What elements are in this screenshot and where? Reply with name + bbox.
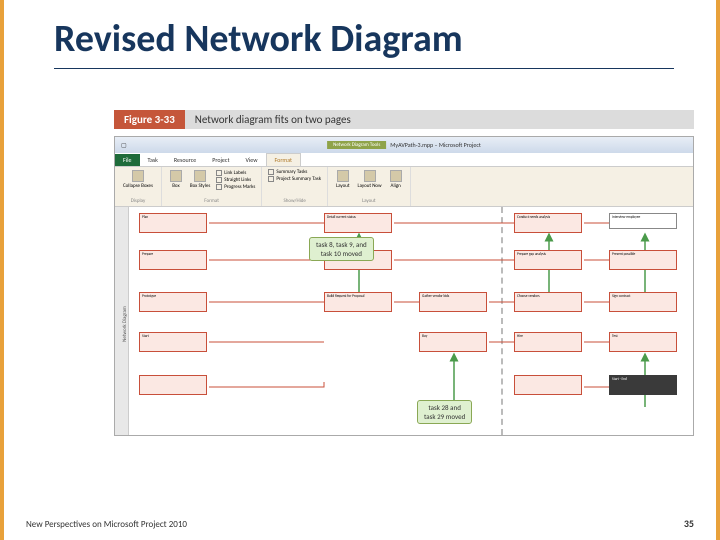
ribbon-group-display: Collapse Boxes Display [115,167,162,206]
align-button[interactable]: Align [388,169,404,190]
window-title: MyAVPath-3.mpp – Microsoft Project [390,141,481,149]
collapse-boxes-button[interactable]: Collapse Boxes [121,169,155,190]
ribbon-tabs: File Task Resource Project View Format [115,153,693,167]
tab-task[interactable]: Task [140,154,166,166]
tab-project[interactable]: Project [204,154,237,166]
contextual-tab-label: Network Diagram Tools [327,141,386,149]
figure-label: Figure 3-33 [114,110,185,129]
task-node[interactable]: Hire [514,332,582,352]
task-node[interactable]: Plan [139,213,207,233]
box-styles-button[interactable]: Box Styles [188,169,212,190]
task-node[interactable]: Interview employee [609,213,677,229]
task-node[interactable]: Prepare [139,250,207,270]
task-node[interactable]: Gather vendor bids [419,292,487,312]
straight-links-check[interactable]: Straight Links [216,177,255,183]
tab-file[interactable]: File [115,154,140,166]
layout-icon [337,170,349,182]
quick-access-icon: ▢ [121,141,127,149]
task-node[interactable] [139,375,207,395]
tab-resource[interactable]: Resource [166,154,204,166]
figure-container: Figure 3-33 Network diagram fits on two … [114,108,694,436]
layout-now-button[interactable]: Layout Now [356,169,384,190]
box-icon [170,170,182,182]
task-node-milestone[interactable]: Start - End [609,375,677,395]
box-button[interactable]: Box [168,169,184,190]
sidebar-label: Network Diagram [122,294,128,354]
task-node[interactable]: Choose vendors [514,292,582,312]
ribbon-group-layout: Layout Layout Now Align Layout [328,167,411,206]
task-node[interactable]: Detail current status [324,213,392,233]
layout-now-icon [364,170,376,182]
diagram-canvas[interactable]: Plan Detail current status Conduct needs… [129,207,693,435]
task-node[interactable]: Start [139,332,207,352]
task-node[interactable]: Conduct needs analysis [514,213,582,233]
window-titlebar: ▢ Network Diagram Tools MyAVPath-3.mpp –… [115,137,693,153]
app-window: ▢ Network Diagram Tools MyAVPath-3.mpp –… [114,136,694,436]
box-styles-icon [194,170,206,182]
progress-marks-check[interactable]: Progress Marks [216,184,255,190]
page-break-line [501,207,503,435]
project-summary-check[interactable]: Project Summary Task [268,176,321,182]
title-underline [54,68,674,69]
ribbon-group-format: Box Box Styles Link Labels Straight Link… [162,167,262,206]
task-node[interactable]: Test [609,332,677,352]
summary-tasks-check[interactable]: Summary Tasks [268,169,321,175]
slide-number: 35 [684,517,694,530]
task-node[interactable]: Sign contract [609,292,677,312]
task-node[interactable]: Buy [419,332,487,352]
figure-caption: Network diagram fits on two pages [185,110,694,129]
link-labels-check[interactable]: Link Labels [216,170,255,176]
callout-moved-tasks-2: task 28 and task 29 moved [417,400,472,424]
task-node[interactable]: Build Request for Proposal [324,292,392,312]
layout-button[interactable]: Layout [334,169,352,190]
tab-view[interactable]: View [237,154,265,166]
connector-arrows [129,207,693,435]
task-node[interactable] [514,375,582,395]
ribbon-group-showhide: Summary Tasks Project Summary Task Show/… [262,167,328,206]
task-node[interactable]: Present possible [609,250,677,270]
task-node[interactable]: Prepare gap analysis [514,250,582,270]
callout-moved-tasks-1: task 8, task 9, and task 10 moved [309,237,374,261]
ribbon: Collapse Boxes Display Box Box Styles Li… [115,167,693,207]
collapse-icon [132,170,144,182]
align-icon [390,170,402,182]
view-sidebar: Network Diagram [115,207,129,435]
task-node[interactable]: Prototype [139,292,207,312]
figure-header: Figure 3-33 Network diagram fits on two … [114,108,694,130]
tab-format[interactable]: Format [266,153,302,166]
slide-title: Revised Network Diagram [54,16,463,62]
footer-left: New Perspectives on Microsoft Project 20… [26,519,187,530]
